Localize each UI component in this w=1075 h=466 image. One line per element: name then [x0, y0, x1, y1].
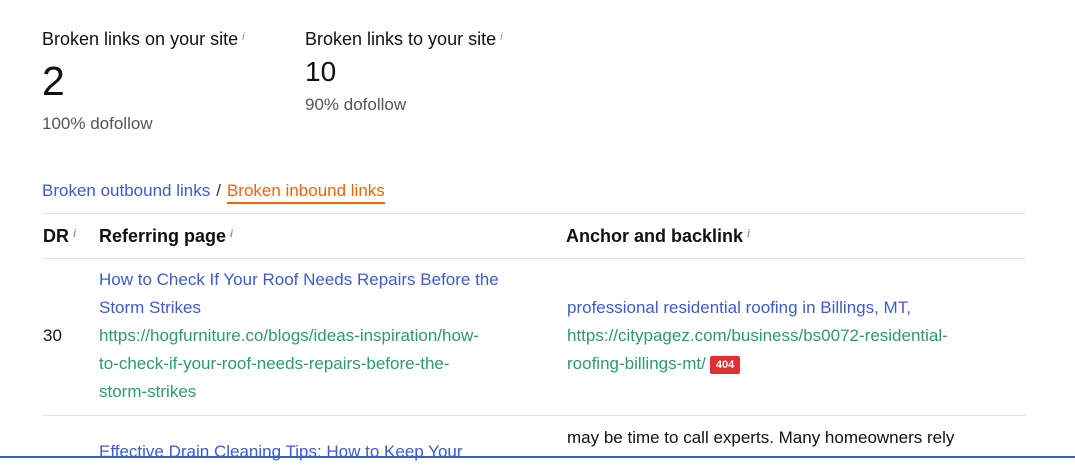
stat-onsite-value: 2	[42, 58, 65, 104]
info-icon[interactable]: i	[500, 31, 502, 43]
anchor-backlink-cell: professional residential roofing in Bill…	[567, 294, 1027, 378]
stat-tosite-label: Broken links to your site	[305, 29, 497, 49]
column-header-dr[interactable]: DR i	[43, 226, 76, 247]
divider	[42, 213, 1026, 214]
info-icon[interactable]: i	[73, 228, 76, 240]
backlink-url-link[interactable]: https://citypagez.com/business/bs0072-re…	[567, 322, 1027, 378]
anchor-context-text: may be time to call experts. Many homeow…	[567, 428, 955, 447]
referring-page-cell: How to Check If Your Roof Needs Repairs …	[99, 266, 559, 406]
info-icon[interactable]: i	[747, 228, 750, 240]
scroll-edge-line	[0, 456, 1075, 458]
stat-onsite-label: Broken links on your site	[42, 29, 239, 49]
column-header-anchor-backlink[interactable]: Anchor and backlink i	[566, 226, 750, 247]
table-row-dr: 30	[43, 326, 62, 345]
stat-broken-links-on-site: Broken links on your site i 2 100% dofoll…	[42, 29, 245, 134]
referring-page-url-link[interactable]: https://hogfurniture.co/blogs/ideas-insp…	[99, 322, 559, 406]
divider	[42, 258, 1026, 259]
anchor-text-link[interactable]: professional residential roofing in Bill…	[567, 294, 1027, 322]
tab-broken-inbound-links[interactable]: Broken inbound links	[226, 181, 385, 204]
referring-page-title-link[interactable]: Effective Drain Cleaning Tips: How to Ke…	[99, 438, 463, 466]
stat-tosite-sub: 90% dofollow	[305, 95, 407, 114]
info-icon[interactable]: i	[230, 228, 233, 240]
column-header-anchor-label: Anchor and backlink	[566, 226, 744, 246]
column-header-referring-label: Referring page	[99, 226, 227, 246]
stat-tosite-value: 10	[305, 56, 337, 87]
column-header-dr-label: DR	[43, 226, 69, 246]
stat-onsite-sub: 100% dofollow	[42, 114, 153, 133]
tab-broken-outbound-links[interactable]: Broken outbound links	[42, 181, 210, 200]
referring-page-title-link[interactable]: How to Check If Your Roof Needs Repairs …	[99, 266, 559, 322]
tab-separator: /	[216, 181, 221, 200]
status-404-badge: 404	[709, 355, 741, 374]
link-type-tabs: Broken outbound links / Broken inbound lin…	[42, 181, 385, 204]
row-divider	[42, 415, 1026, 416]
column-header-referring-page[interactable]: Referring page i	[99, 226, 233, 247]
stat-broken-links-to-site: Broken links to your site i 10 90% dofoll…	[305, 29, 503, 115]
info-icon[interactable]: i	[242, 31, 244, 43]
